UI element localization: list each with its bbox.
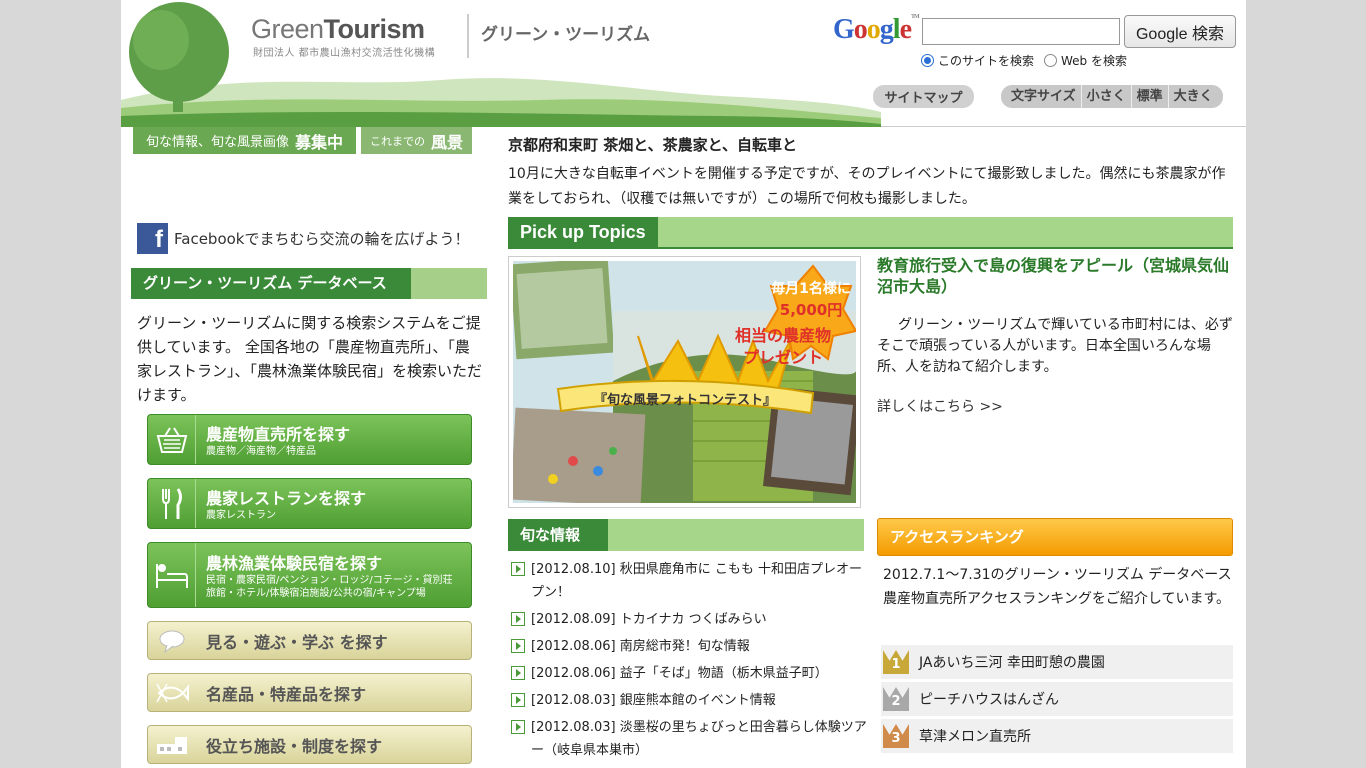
news-list: [2012.08.10] 秋田県鹿角市に こもも 十和田店プレオープン！ [20… [511, 558, 867, 766]
radio-web-label: Web を検索 [1061, 54, 1127, 68]
logo-divider [467, 14, 469, 58]
search-farm-stay-button[interactable]: 農林漁業体験民宿を探す 民宿・農家民宿/ペンション・ロッジ/コテージ・貸別荘 旅館… [147, 542, 472, 608]
news-item[interactable]: [2012.08.06] 南房総市発！旬な情報 [511, 635, 867, 658]
site-logo[interactable]: GreenTourism [251, 14, 425, 45]
page: GreenTourism 財団法人 都市農山漁村交流活性化機構 グリーン・ツーリ… [121, 0, 1246, 768]
news-heading: 旬な情報 [508, 519, 864, 551]
ranking-item[interactable]: 1 JAあいち三河 幸田町憩の農園 [881, 645, 1233, 679]
radio-site-search[interactable] [921, 54, 934, 67]
crown-silver-icon: 2 [883, 687, 909, 711]
font-standard-button[interactable]: 標準 [1130, 85, 1168, 108]
arrow-bullet-icon [511, 720, 525, 734]
featured-photo-text: 10月に大きな自転車イベントを開催する予定ですが、そのプレイベントにて撮影致しま… [508, 166, 1226, 207]
facebook-icon: f [137, 223, 168, 254]
photo-contest-image: 毎月1名様に 5,000円 相当の農産物 プレゼント 『旬な風景フォトコンテスト… [513, 261, 856, 503]
radio-web-search[interactable] [1044, 54, 1058, 67]
crown-bronze-icon: 3 [883, 724, 909, 748]
ranking-item[interactable]: 3 草津メロン直売所 [881, 719, 1233, 753]
arrow-bullet-icon [511, 666, 525, 680]
search-facilities-button[interactable]: 役立ち施設・制度を探す [147, 725, 472, 764]
font-size-controls: 文字サイズ 小さく 標準 大きく [1001, 85, 1223, 108]
banner-ribbon-text: 『旬な風景フォトコンテスト』 [594, 392, 776, 408]
font-large-button[interactable]: 大きく [1167, 85, 1223, 108]
search-farm-market-button[interactable]: 農産物直売所を探す 農産物／海産物／特産品 [147, 414, 472, 465]
news-item[interactable]: [2012.08.03] 淡墨桜の里ちょびっと田舎暮らし体験ツアー（岐阜県本巣市… [511, 716, 867, 762]
banner-line3: 相当の農産物 [735, 326, 831, 345]
fish-icon [148, 674, 196, 711]
topic-body: グリーン・ツーリズムで輝いている市町村には、必ずそこで頑張っている人がいます。日… [877, 317, 1233, 375]
search-input[interactable] [922, 18, 1120, 45]
arrow-bullet-icon [511, 612, 525, 626]
organization-name: 財団法人 都市農山漁村交流活性化機構 [253, 48, 436, 59]
google-logo: GoogleTM [833, 14, 920, 45]
building-icon [148, 726, 196, 763]
facebook-link[interactable]: f Facebookでまちむら交流の輪を広げよう！ [137, 223, 469, 254]
ranking-description: 2012.7.1～7.31のグリーン・ツーリズム データベース農産物直売所アクセ… [883, 567, 1232, 607]
crown-gold-icon: 1 [883, 650, 909, 674]
banner-line4: プレゼント [743, 348, 823, 367]
search-local-products-button[interactable]: 名産品・特産品を探す [147, 673, 472, 712]
basket-icon [148, 415, 196, 464]
pickup-heading: Pick up Topics [508, 217, 1233, 249]
past-scenery-button[interactable]: これまでの 風景 [361, 127, 472, 154]
google-search-button[interactable]: Google 検索 [1124, 15, 1236, 48]
news-item[interactable]: [2012.08.06] 益子「そば」物語（栃木県益子町） [511, 662, 867, 685]
logo-japanese: グリーン・ツーリズム [481, 25, 651, 45]
search-farm-restaurant-button[interactable]: 農家レストランを探す 農家レストラン [147, 478, 472, 529]
banner-line1: 毎月1名様に [771, 280, 851, 297]
topic-title-link[interactable]: 教育旅行受入で島の復興をアピール（宮城県気仙沼市大島） [877, 255, 1237, 297]
arrow-bullet-icon [511, 639, 525, 653]
ranking-list: 1 JAあいち三河 幸田町憩の農園 2 ピーチハウスはんざん 3 草津メロン直売… [881, 645, 1233, 756]
fork-knife-icon [148, 479, 196, 528]
speech-icon [148, 622, 196, 659]
arrow-bullet-icon [511, 693, 525, 707]
radio-site-label: このサイトを検索 [938, 54, 1035, 68]
seasonal-recruit-button[interactable]: 旬な情報、旬な風景画像 募集中 [133, 127, 356, 154]
news-item[interactable]: [2012.08.10] 秋田県鹿角市に こもも 十和田店プレオープン！ [511, 558, 867, 604]
news-item[interactable]: [2012.08.09] トカイナカ つくばみらい [511, 608, 867, 631]
bed-icon [148, 543, 196, 607]
font-small-button[interactable]: 小さく [1080, 85, 1131, 108]
database-description: グリーン・ツーリズムに関する検索システムをご提供しています。 全国各地の「農産物… [137, 314, 483, 404]
news-item[interactable]: [2012.08.03] 銀座熊本館のイベント情報 [511, 689, 867, 712]
featured-photo-title: 京都府和束町 茶畑と、茶農家と、自転車と [508, 136, 798, 154]
ranking-heading: アクセスランキング [877, 518, 1233, 556]
arrow-bullet-icon [511, 562, 525, 576]
search-activities-button[interactable]: 見る・遊ぶ・学ぶ を探す [147, 621, 472, 660]
facebook-text: Facebookでまちむら交流の輪を広げよう！ [174, 230, 470, 248]
ranking-item[interactable]: 2 ピーチハウスはんざん [881, 682, 1233, 716]
banner-line2: 5,000円 [780, 301, 842, 319]
database-heading: グリーン・ツーリズム データベース [131, 268, 487, 299]
search-scope: このサイトを検索 Web を検索 [921, 52, 1127, 69]
topic-more-link[interactable]: 詳しくはこちら >> [877, 396, 1003, 416]
sitemap-button[interactable]: サイトマップ [873, 85, 974, 108]
site-header: GreenTourism 財団法人 都市農山漁村交流活性化機構 グリーン・ツーリ… [121, 0, 1246, 127]
font-size-label: 文字サイズ [1011, 89, 1076, 104]
photo-contest-banner[interactable]: 毎月1名様に 5,000円 相当の農産物 プレゼント 『旬な風景フォトコンテスト… [508, 256, 861, 508]
